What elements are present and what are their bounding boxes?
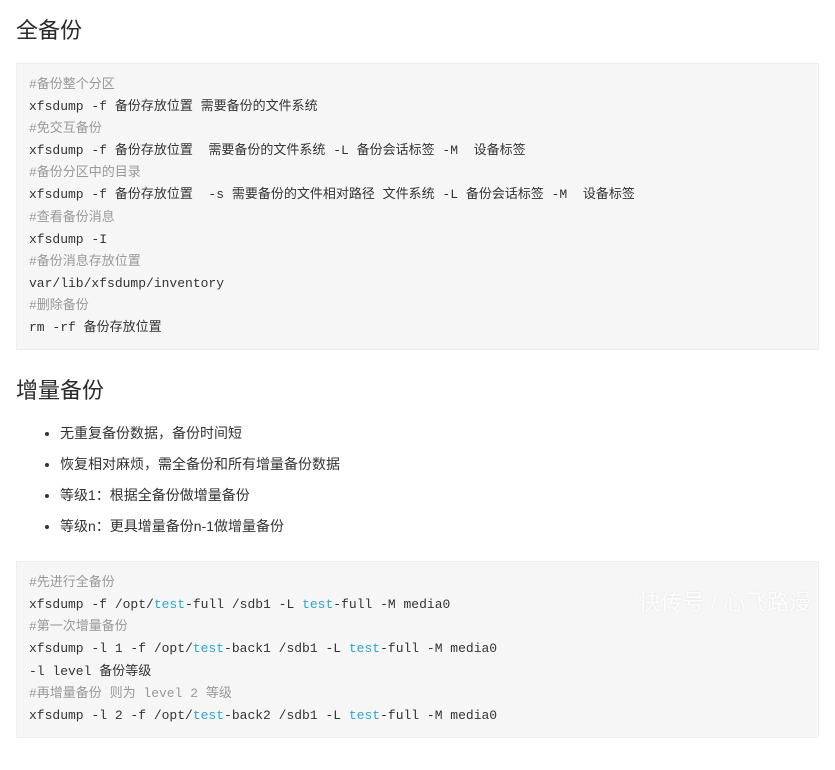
comment: #备份分区中的目录 <box>29 165 141 180</box>
code-line: var/lib/xfsdump/inventory <box>29 276 224 291</box>
section-incremental-backup-title: 增量备份 <box>16 374 819 407</box>
code-line: xfsdump -f 备份存放位置 需要备份的文件系统 -L 备份会话标签 -M… <box>29 143 526 158</box>
list-item: 等级n：更具增量备份n-1做增量备份 <box>60 516 819 537</box>
list-item: 等级1：根据全备份做增量备份 <box>60 485 819 506</box>
comment: #再增量备份 则为 level 2 等级 <box>29 686 232 701</box>
code-line: xfsdump -l 2 -f /opt/test-back2 /sdb1 -L… <box>29 708 497 723</box>
comment: #备份消息存放位置 <box>29 254 141 269</box>
code-line: xfsdump -l 1 -f /opt/test-back1 /sdb1 -L… <box>29 641 497 656</box>
code-full-backup: #备份整个分区 xfsdump -f 备份存放位置 需要备份的文件系统 #免交互… <box>16 63 819 350</box>
code-line: xfsdump -f 备份存放位置 需要备份的文件系统 <box>29 99 318 114</box>
comment: #备份整个分区 <box>29 77 115 92</box>
code-line: -l level 备份等级 <box>29 664 151 679</box>
incremental-backup-list: 无重复备份数据，备份时间短 恢复相对麻烦，需全备份和所有增量备份数据 等级1：根… <box>16 423 819 537</box>
comment: #第一次增量备份 <box>29 619 128 634</box>
comment: #查看备份消息 <box>29 210 115 225</box>
code-line: xfsdump -I <box>29 232 107 247</box>
comment: #免交互备份 <box>29 121 102 136</box>
section-full-backup-title: 全备份 <box>16 14 819 47</box>
list-item: 无重复备份数据，备份时间短 <box>60 423 819 444</box>
comment: #先进行全备份 <box>29 575 115 590</box>
comment: #删除备份 <box>29 298 89 313</box>
list-item: 恢复相对麻烦，需全备份和所有增量备份数据 <box>60 454 819 475</box>
code-line: xfsdump -f /opt/test-full /sdb1 -L test-… <box>29 597 450 612</box>
code-line: xfsdump -f 备份存放位置 -s 需要备份的文件相对路径 文件系统 -L… <box>29 187 635 202</box>
code-incremental-backup: #先进行全备份 xfsdump -f /opt/test-full /sdb1 … <box>16 561 819 738</box>
code-line: rm -rf 备份存放位置 <box>29 320 162 335</box>
